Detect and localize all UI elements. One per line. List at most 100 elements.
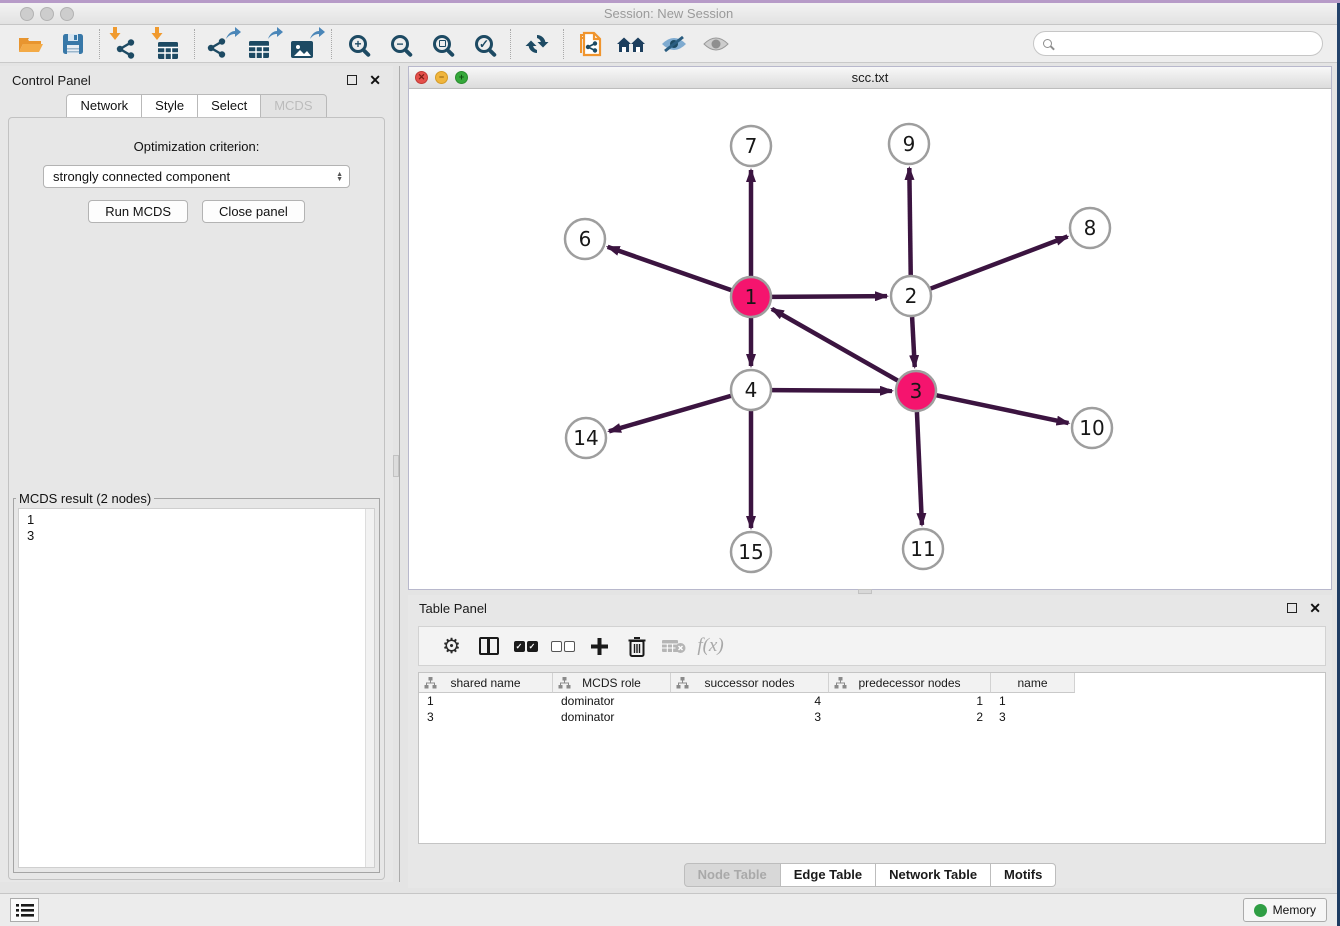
tab-network-table[interactable]: Network Table <box>876 863 991 887</box>
edge-1-2[interactable] <box>772 296 887 297</box>
show-task-history-button[interactable] <box>10 898 39 922</box>
search-input[interactable] <box>1052 34 1322 54</box>
refresh-button[interactable] <box>516 27 558 61</box>
mcds-panel: Optimization criterion: strongly connect… <box>8 117 385 880</box>
function-builder-button: f(x) <box>692 630 729 662</box>
export-arrow-icon <box>226 27 241 45</box>
export-network-button[interactable] <box>200 27 242 61</box>
export-image-button[interactable] <box>284 27 326 61</box>
column-header-predecessor-nodes[interactable]: predecessor nodes <box>829 673 991 693</box>
export-arrow-icon <box>310 27 325 45</box>
table-row[interactable]: 1dominator411 <box>419 693 1325 709</box>
column-header-successor-nodes[interactable]: successor nodes <box>671 673 829 693</box>
hierarchy-icon <box>558 677 571 689</box>
delete-column-button[interactable] <box>618 630 655 662</box>
deselect-all-button[interactable] <box>544 630 581 662</box>
edge-4-14[interactable] <box>609 396 731 431</box>
unchecked-box-icon <box>551 641 562 652</box>
zoom-selected-icon: ✓ <box>475 35 493 53</box>
tab-edge-table[interactable]: Edge Table <box>781 863 876 887</box>
table-panel-title: Table Panel <box>419 601 1287 616</box>
vertical-splitter[interactable] <box>399 66 400 882</box>
export-arrow-icon <box>268 27 283 45</box>
home-button[interactable] <box>611 27 653 61</box>
criterion-dropdown[interactable]: strongly connected component ▲▼ <box>43 165 350 188</box>
float-panel-icon[interactable] <box>1287 603 1297 613</box>
edge-2-8[interactable] <box>931 237 1068 289</box>
zoom-out-icon: − <box>391 35 409 53</box>
edge-3-1[interactable] <box>772 309 898 381</box>
save-session-button[interactable] <box>52 27 94 61</box>
edge-1-6[interactable] <box>608 247 732 290</box>
table-cell: 3 <box>991 709 1075 725</box>
table-settings-button[interactable]: ⚙ <box>433 630 470 662</box>
zoom-out-button[interactable]: − <box>379 27 421 61</box>
new-network-from-selection-button[interactable] <box>569 27 611 61</box>
table-tabs: Node Table Edge Table Network Table Moti… <box>408 863 1332 887</box>
trash-icon <box>628 636 646 657</box>
run-mcds-button[interactable]: Run MCDS <box>88 200 188 223</box>
network-maximize-button[interactable]: + <box>455 71 468 84</box>
window-zoom-button[interactable] <box>60 7 74 21</box>
open-folder-icon <box>18 33 44 55</box>
edge-2-9[interactable] <box>909 168 910 275</box>
vertical-splitter-handle[interactable] <box>393 455 399 477</box>
edge-2-3[interactable] <box>912 317 915 367</box>
select-all-button[interactable]: ✓ ✓ <box>507 630 544 662</box>
table-header-row: shared name MCDS role successor nodes pr… <box>419 673 1325 693</box>
import-network-button[interactable] <box>105 27 147 61</box>
window-minimize-button[interactable] <box>40 7 54 21</box>
toolbar-separator <box>331 29 332 59</box>
network-window-titlebar[interactable]: ✕ − + scc.txt <box>409 67 1331 89</box>
tab-mcds[interactable]: MCDS <box>261 94 326 118</box>
unchecked-box-icon <box>564 641 575 652</box>
float-panel-icon[interactable] <box>347 75 357 85</box>
toolbar-separator <box>510 29 511 59</box>
criterion-value: strongly connected component <box>53 169 336 184</box>
close-panel-icon[interactable]: ✕ <box>1309 601 1321 615</box>
zoom-fit-button[interactable] <box>421 27 463 61</box>
tab-motifs[interactable]: Motifs <box>991 863 1056 887</box>
tab-network[interactable]: Network <box>66 94 142 118</box>
column-header-name[interactable]: name <box>991 673 1075 693</box>
table-body: 1dominator4113dominator323 <box>419 693 1325 725</box>
show-all-button[interactable] <box>695 27 737 61</box>
export-table-button[interactable] <box>242 27 284 61</box>
edge-4-3[interactable] <box>772 390 892 391</box>
table-cell: dominator <box>553 709 671 725</box>
split-view-button[interactable] <box>470 630 507 662</box>
tab-style[interactable]: Style <box>142 94 198 118</box>
column-header-shared-name[interactable]: shared name <box>419 673 553 693</box>
table-cell: 3 <box>419 709 553 725</box>
horizontal-splitter-handle[interactable] <box>858 589 872 594</box>
memory-label: Memory <box>1273 903 1316 917</box>
memory-button[interactable]: Memory <box>1243 898 1327 922</box>
zoom-in-button[interactable]: + <box>337 27 379 61</box>
import-table-button[interactable] <box>147 27 189 61</box>
tab-select[interactable]: Select <box>198 94 261 118</box>
add-column-button[interactable] <box>581 630 618 662</box>
close-panel-icon[interactable]: ✕ <box>369 73 381 87</box>
column-header-mcds-role[interactable]: MCDS role <box>553 673 671 693</box>
window-close-button[interactable] <box>20 7 34 21</box>
open-session-button[interactable] <box>10 27 52 61</box>
table-icon <box>249 41 269 58</box>
tab-node-table[interactable]: Node Table <box>684 863 781 887</box>
network-graph-canvas[interactable]: 7968124314101511 <box>409 89 1331 589</box>
edge-3-10[interactable] <box>937 395 1069 423</box>
edge-3-11[interactable] <box>917 412 922 525</box>
control-panel: Control Panel ✕ Network Style Select MCD… <box>0 66 393 882</box>
table-cell: 2 <box>829 709 991 725</box>
download-arrow-icon <box>109 27 121 45</box>
network-close-button[interactable]: ✕ <box>415 71 428 84</box>
network-window-title: scc.txt <box>852 70 889 85</box>
zoom-selected-button[interactable]: ✓ <box>463 27 505 61</box>
network-minimize-button[interactable]: − <box>435 71 448 84</box>
hide-selected-button[interactable] <box>653 27 695 61</box>
close-panel-button[interactable]: Close panel <box>202 200 305 223</box>
result-scrollbar[interactable] <box>365 509 374 867</box>
table-row[interactable]: 3dominator323 <box>419 709 1325 725</box>
zoom-fit-icon <box>433 35 451 53</box>
download-arrow-icon <box>151 27 163 45</box>
search-field[interactable] <box>1033 31 1323 56</box>
